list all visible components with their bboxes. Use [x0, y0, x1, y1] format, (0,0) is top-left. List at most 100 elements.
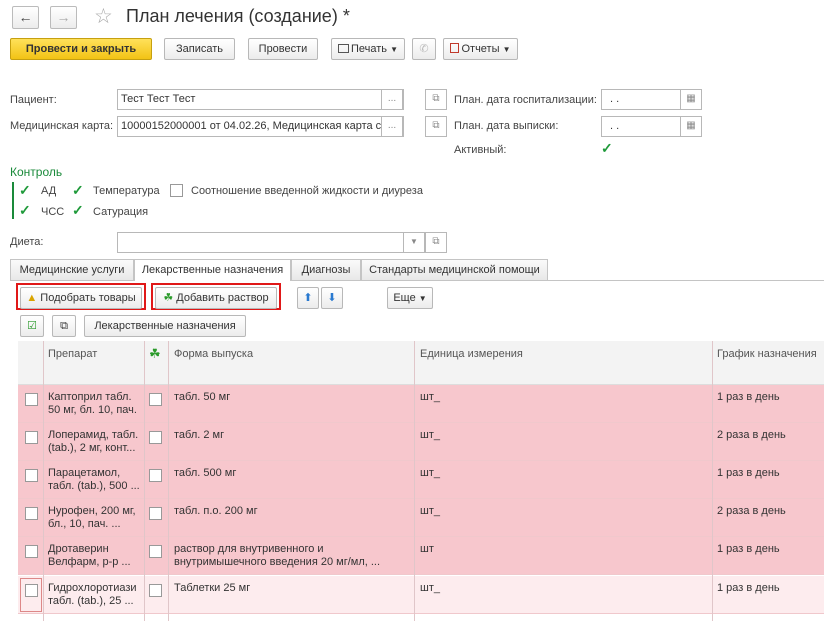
back-button[interactable]: ←	[12, 6, 39, 29]
discharge-date-label: План. дата выписки:	[454, 120, 559, 132]
drug-orders-button[interactable]: Лекарственные назначения	[84, 315, 246, 337]
column-header-unit[interactable]: Единица измерения	[420, 348, 523, 360]
unit-cell: шт	[420, 543, 434, 555]
tab-diagnoses[interactable]: Диагнозы	[291, 259, 361, 280]
diet-open-button[interactable]: ⧉	[425, 232, 447, 253]
row-select-checkbox[interactable]	[25, 469, 38, 482]
diet-field[interactable]	[117, 232, 404, 253]
pick-icon: ▲	[26, 292, 38, 304]
drug-name-cell: 50 мг, бл. 10, пач.	[48, 404, 137, 416]
drug-name-cell: Парацетамол,	[48, 467, 121, 479]
forward-button[interactable]: →	[50, 6, 77, 29]
chss-label: ЧСС	[41, 206, 65, 218]
printer-icon	[337, 44, 349, 53]
print-button[interactable]: Печать ▼	[331, 38, 405, 60]
tab-standards[interactable]: Стандарты медицинской помощи	[361, 259, 548, 280]
column-divider	[168, 341, 169, 621]
column-divider	[43, 341, 44, 621]
patient-open-button[interactable]: ⧉	[425, 89, 447, 110]
schedule-cell: 1 раз в день	[717, 467, 780, 479]
unit-cell: шт_	[420, 467, 440, 479]
patient-label: Пациент:	[10, 94, 57, 106]
column-header-drug[interactable]: Препарат	[48, 348, 97, 360]
row-select-checkbox[interactable]	[25, 545, 38, 558]
ad-checkbox[interactable]: ✓	[19, 183, 31, 197]
arrow-right-icon: →	[56, 9, 71, 25]
more-button[interactable]: Еще ▼	[387, 287, 433, 309]
report-icon	[450, 43, 460, 53]
drug-name-cell: табл. (tab.), 500 ...	[48, 480, 140, 492]
card-select-button[interactable]: ...	[381, 116, 403, 137]
move-up-button[interactable]: ⬆	[297, 287, 319, 309]
diet-dropdown-button[interactable]: ▼	[403, 232, 425, 253]
open-icon: ⧉	[432, 93, 440, 104]
column-divider	[414, 341, 415, 621]
tabs-underline	[10, 280, 824, 281]
drug-name-cell: бл., 10, пач. ...	[48, 518, 121, 530]
pick-goods-button[interactable]: ▲ Подобрать товары	[20, 287, 142, 309]
post-button[interactable]: Провести	[248, 38, 318, 60]
reports-button[interactable]: Отчеты ▼	[443, 38, 518, 60]
save-button[interactable]: Записать	[164, 38, 235, 60]
add-solution-button[interactable]: ☘ Добавить раствор	[155, 287, 277, 309]
move-down-button[interactable]: ⬇	[321, 287, 343, 309]
check-all-button[interactable]: ☑	[20, 315, 44, 337]
tab-medical-services[interactable]: Медицинские услуги	[10, 259, 134, 280]
unit-cell: шт_	[420, 582, 440, 594]
solution-checkbox[interactable]	[149, 469, 162, 482]
calendar-icon: ▦	[686, 120, 696, 131]
row-select-checkbox[interactable]	[25, 393, 38, 406]
active-checkbox[interactable]: ✓	[601, 141, 613, 155]
active-label: Активный:	[454, 144, 507, 156]
drug-name-cell: Лоперамид, табл.	[48, 429, 139, 441]
column-header-schedule[interactable]: График назначения	[717, 348, 817, 360]
drug-name-cell: Дротаверин	[48, 543, 109, 555]
saturation-checkbox[interactable]: ✓	[72, 203, 84, 217]
patient-field[interactable]: Тест Тест Тест	[117, 89, 404, 110]
more-label: Еще	[393, 292, 416, 304]
tab-drug-orders[interactable]: Лекарственные назначения	[134, 259, 291, 281]
release-form-cell: табл. 2 мг	[174, 429, 225, 441]
solution-checkbox[interactable]	[149, 393, 162, 406]
schedule-cell: 1 раз в день	[717, 543, 780, 555]
solution-checkbox[interactable]	[149, 545, 162, 558]
ratio-checkbox[interactable]	[170, 184, 183, 197]
discharge-calendar-button[interactable]: ▦	[680, 116, 702, 137]
column-divider	[712, 341, 713, 621]
unit-cell: шт_	[420, 391, 440, 403]
reports-label: Отчеты	[461, 43, 500, 55]
drug-name-cell: Нурофен, 200 мг,	[48, 505, 136, 517]
post-and-close-button[interactable]: Провести и закрыть	[10, 38, 152, 60]
phone-button[interactable]: ✆	[412, 38, 436, 60]
schedule-cell: 1 раз в день	[717, 391, 780, 403]
drug-name-cell: Велфарм, р-р ...	[48, 556, 131, 568]
temperature-checkbox[interactable]: ✓	[72, 183, 84, 197]
release-form-cell: табл. 50 мг	[174, 391, 231, 403]
control-section-label: Контроль	[10, 165, 63, 179]
ad-label: АД	[41, 185, 57, 197]
solution-checkbox[interactable]	[149, 431, 162, 444]
release-form-cell: табл. 500 мг	[174, 467, 237, 479]
card-label: Медицинская карта:	[10, 120, 114, 132]
current-row-indicator	[20, 578, 42, 612]
medical-card-field[interactable]: 10000152000001 от 04.02.26, Медицинская …	[117, 116, 404, 137]
pick-goods-label: Подобрать товары	[40, 292, 136, 304]
card-open-button[interactable]: ⧉	[425, 116, 447, 137]
column-header-form[interactable]: Форма выпуска	[174, 348, 253, 360]
add-solution-label: Добавить раствор	[176, 292, 269, 304]
solution-checkbox[interactable]	[149, 507, 162, 520]
solution-checkbox[interactable]	[149, 584, 162, 597]
chss-checkbox[interactable]: ✓	[19, 203, 31, 217]
calendar-icon: ▦	[686, 93, 696, 104]
chevron-down-icon: ▼	[390, 45, 399, 54]
favorite-star-icon[interactable]: ☆	[94, 4, 113, 29]
hosp-calendar-button[interactable]: ▦	[680, 89, 702, 110]
control-group-bar	[12, 182, 14, 219]
diet-label: Диета:	[10, 236, 44, 248]
copy-button[interactable]: ⧉	[52, 315, 76, 337]
row-select-checkbox[interactable]	[25, 507, 38, 520]
drug-name-cell: (tab.), 2 мг, конт...	[48, 442, 136, 454]
schedule-cell: 2 раза в день	[717, 505, 786, 517]
row-select-checkbox[interactable]	[25, 431, 38, 444]
patient-select-button[interactable]: ...	[381, 89, 403, 110]
